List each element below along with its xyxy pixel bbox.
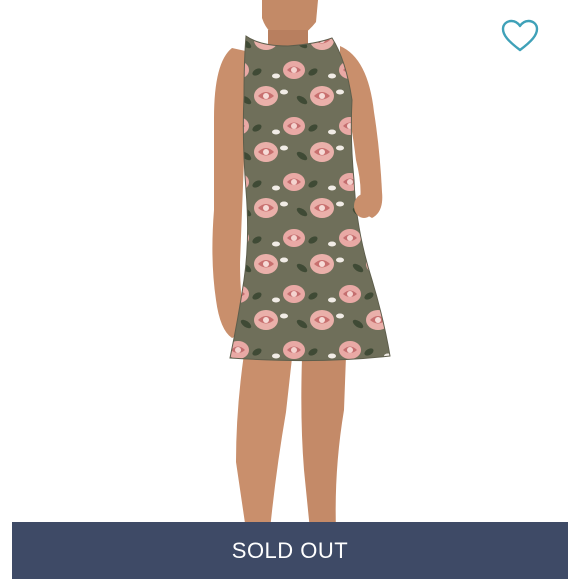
heart-outline-icon	[501, 19, 539, 52]
sold-out-label: SOLD OUT	[231, 537, 349, 563]
product-photo	[0, 0, 580, 579]
sold-out-banner: SOLD OUT	[12, 522, 568, 579]
favorite-button[interactable]	[500, 18, 540, 54]
